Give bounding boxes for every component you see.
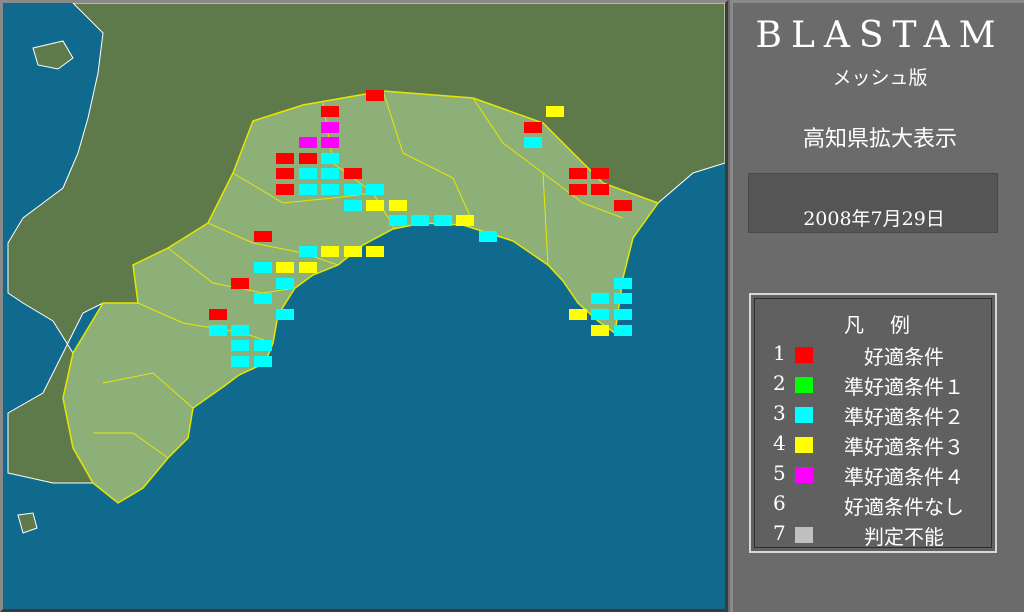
legend-item: 3 準好適条件２ (755, 399, 999, 429)
legend-label: 準好適条件４ (844, 465, 964, 489)
date-box: 2008年7月29日 (748, 173, 998, 233)
legend-label: 準好適条件２ (844, 405, 964, 429)
legend-number: 4 (773, 431, 786, 455)
legend-panel: 凡例 1 好適条件 2 準好適条件１ 3 準好適条件２ 4 準好適条件３ 5 準… (749, 293, 997, 553)
legend-swatch-cyan (795, 407, 813, 423)
legend-swatch-yellow (795, 437, 813, 453)
legend-inner: 凡例 1 好適条件 2 準好適条件１ 3 準好適条件２ 4 準好適条件３ 5 準… (754, 298, 992, 549)
side-panel: BLASTAM メッシュ版 高知県拡大表示 2008年7月29日 凡例 1 好適… (730, 0, 1024, 612)
legend-item: 5 準好適条件４ (755, 459, 999, 489)
blastam-window: BLASTAM メッシュ版 高知県拡大表示 2008年7月29日 凡例 1 好適… (0, 0, 1024, 612)
app-title: BLASTAM (755, 15, 1005, 56)
legend-swatch-red (795, 347, 813, 363)
legend-label: 好適条件なし (844, 495, 964, 519)
legend-number: 2 (773, 371, 786, 395)
legend-label: 準好適条件１ (844, 375, 964, 399)
legend-number: 7 (773, 521, 786, 545)
legend-number: 5 (773, 461, 786, 485)
legend-label: 準好適条件３ (844, 435, 964, 459)
map-canvas[interactable] (3, 3, 725, 609)
legend-item: 6 好適条件なし (755, 489, 999, 519)
legend-number: 6 (773, 491, 786, 515)
date-text: 2008年7月29日 (803, 208, 945, 230)
legend-item: 7 判定不能 (755, 519, 999, 549)
legend-title: 凡例 (844, 313, 936, 337)
legend-swatch-gray (795, 527, 813, 543)
view-title: 高知県拡大表示 (802, 127, 957, 152)
legend-label: 判定不能 (864, 525, 944, 549)
legend-number: 3 (773, 401, 786, 425)
legend-swatch-magenta (795, 467, 813, 483)
legend-item: 2 準好適条件１ (755, 369, 999, 399)
legend-item: 1 好適条件 (755, 339, 999, 369)
app-subtitle: メッシュ版 (832, 67, 928, 89)
legend-swatch-green (795, 377, 813, 393)
legend-number: 1 (773, 341, 786, 365)
map-view[interactable] (0, 0, 728, 612)
legend-item: 4 準好適条件３ (755, 429, 999, 459)
legend-label: 好適条件 (864, 345, 944, 369)
